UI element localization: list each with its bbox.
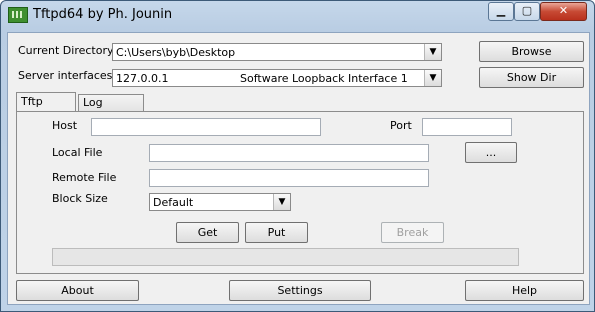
local-file-label: Local File bbox=[52, 146, 103, 159]
block-size-value: Default bbox=[153, 196, 194, 209]
tftp-client-panel: Host Port Local File ... Remote File Blo… bbox=[16, 111, 584, 274]
block-size-label: Block Size bbox=[52, 192, 108, 205]
local-file-browse-button[interactable]: ... bbox=[465, 142, 517, 163]
port-input[interactable] bbox=[422, 118, 512, 136]
maximize-icon: ▢ bbox=[521, 4, 533, 17]
settings-button[interactable]: Settings bbox=[229, 280, 371, 301]
maximize-button[interactable]: ▢ bbox=[514, 2, 540, 21]
chevron-down-icon[interactable]: ▼ bbox=[424, 44, 441, 60]
local-file-input[interactable] bbox=[149, 144, 429, 162]
host-label: Host bbox=[52, 119, 78, 132]
chevron-down-icon[interactable]: ▼ bbox=[273, 194, 290, 210]
window-title: Tftpd64 by Ph. Jounin bbox=[33, 7, 173, 22]
block-size-select[interactable]: Default ▼ bbox=[149, 193, 291, 211]
remote-file-input[interactable] bbox=[149, 169, 429, 187]
browse-button[interactable]: Browse bbox=[479, 41, 584, 62]
chevron-down-icon[interactable]: ▼ bbox=[424, 70, 441, 86]
title-bar[interactable]: Tftpd64 by Ph. Jounin ▁ ▢ ✕ bbox=[1, 1, 594, 31]
tab-tftp-client[interactable]: Tftp Client bbox=[16, 92, 76, 126]
tab-log-viewer[interactable]: Log viewer bbox=[78, 94, 144, 125]
close-icon: ✕ bbox=[558, 4, 569, 17]
get-button[interactable]: Get bbox=[176, 222, 239, 243]
server-interface-ip: 127.0.0.1 bbox=[116, 72, 169, 85]
about-button[interactable]: About bbox=[16, 280, 139, 301]
server-interface-name: Software Loopback Interface 1 bbox=[240, 72, 408, 85]
put-button[interactable]: Put bbox=[245, 222, 308, 243]
host-input[interactable] bbox=[91, 118, 321, 136]
server-interfaces-label: Server interfaces bbox=[18, 69, 113, 82]
current-directory-label: Current Directory bbox=[18, 44, 114, 57]
minimize-icon: ▁ bbox=[496, 4, 506, 17]
minimize-button[interactable]: ▁ bbox=[488, 2, 514, 21]
current-directory-combo[interactable]: C:\Users\byb\Desktop ▼ bbox=[112, 43, 442, 61]
main-window: Tftpd64 by Ph. Jounin ▁ ▢ ✕ Current Dire… bbox=[0, 0, 595, 312]
help-button[interactable]: Help bbox=[465, 280, 584, 301]
client-area: Current Directory C:\Users\byb\Desktop ▼… bbox=[7, 32, 590, 305]
server-interfaces-combo[interactable]: 127.0.0.1 Software Loopback Interface 1 … bbox=[112, 69, 442, 87]
transfer-progress-bar bbox=[52, 248, 519, 266]
close-button[interactable]: ✕ bbox=[540, 2, 587, 21]
remote-file-label: Remote File bbox=[52, 171, 117, 184]
port-label: Port bbox=[390, 119, 412, 132]
current-directory-value: C:\Users\byb\Desktop bbox=[116, 46, 236, 59]
app-icon bbox=[8, 7, 28, 23]
show-dir-button[interactable]: Show Dir bbox=[479, 67, 584, 88]
break-button: Break bbox=[381, 222, 444, 243]
